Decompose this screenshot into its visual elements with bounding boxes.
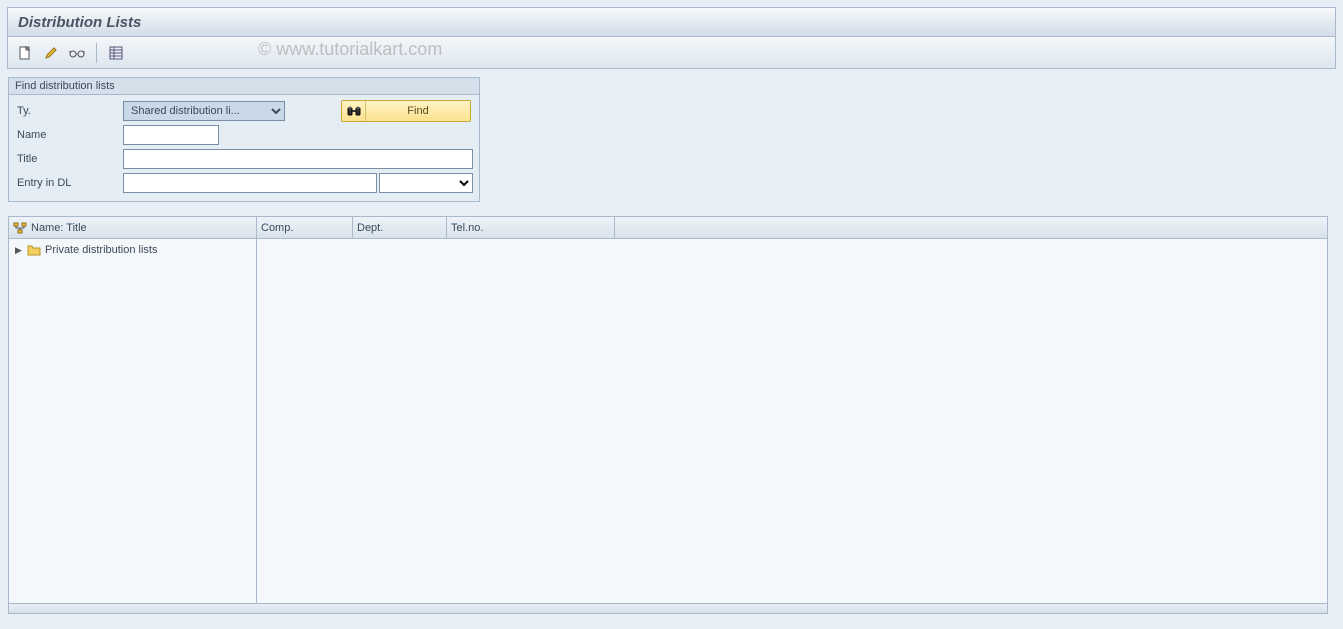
glasses-icon <box>69 47 85 59</box>
ty-label: Ty. <box>13 100 123 122</box>
find-panel: Find distribution lists Ty. Shared distr… <box>8 77 480 202</box>
entry-type-select[interactable] <box>379 173 473 193</box>
layout-button[interactable] <box>105 42 127 64</box>
name-label: Name <box>13 124 123 146</box>
entry-label: Entry in DL <box>13 172 123 194</box>
binoculars-icon <box>347 104 361 118</box>
results-grid: Name: Title Comp. Dept. Tel.no. ▶ Privat… <box>8 216 1328 614</box>
tree-column: ▶ Private distribution lists <box>9 239 257 603</box>
toolbar-separator <box>96 43 97 63</box>
watermark-text: © www.tutorialkart.com <box>258 39 442 60</box>
title-input[interactable] <box>123 149 473 169</box>
display-button[interactable] <box>66 42 88 64</box>
entry-input[interactable] <box>123 173 377 193</box>
app-toolbar: © www.tutorialkart.com <box>7 37 1336 69</box>
create-icon <box>18 46 32 60</box>
tree-row[interactable]: ▶ Private distribution lists <box>9 241 256 259</box>
grid-header: Name: Title Comp. Dept. Tel.no. <box>9 217 1327 239</box>
column-header-name[interactable]: Name: Title <box>9 217 257 238</box>
layout-icon <box>109 46 123 60</box>
folder-icon <box>27 244 41 256</box>
find-button-label: Find <box>366 105 470 117</box>
find-button[interactable]: Find <box>341 100 471 122</box>
expand-icon[interactable]: ▶ <box>15 245 23 256</box>
column-header-dept[interactable]: Dept. <box>353 217 447 238</box>
hierarchy-icon <box>13 222 27 234</box>
page-title: Distribution Lists <box>18 14 141 31</box>
edit-icon <box>44 46 58 60</box>
title-bar: Distribution Lists <box>7 7 1336 37</box>
find-panel-title: Find distribution lists <box>9 78 479 95</box>
edit-button[interactable] <box>40 42 62 64</box>
create-button[interactable] <box>14 42 36 64</box>
grid-footer <box>9 603 1327 613</box>
column-header-tel[interactable]: Tel.no. <box>447 217 615 238</box>
column-header-spacer <box>615 217 1327 238</box>
title-label: Title <box>13 148 123 170</box>
name-input[interactable] <box>123 125 219 145</box>
tree-row-label: Private distribution lists <box>45 244 158 256</box>
ty-select[interactable]: Shared distribution li... <box>123 101 285 121</box>
grid-body: ▶ Private distribution lists <box>9 239 1327 603</box>
column-header-comp[interactable]: Comp. <box>257 217 353 238</box>
content-area: Find distribution lists Ty. Shared distr… <box>0 69 1343 622</box>
